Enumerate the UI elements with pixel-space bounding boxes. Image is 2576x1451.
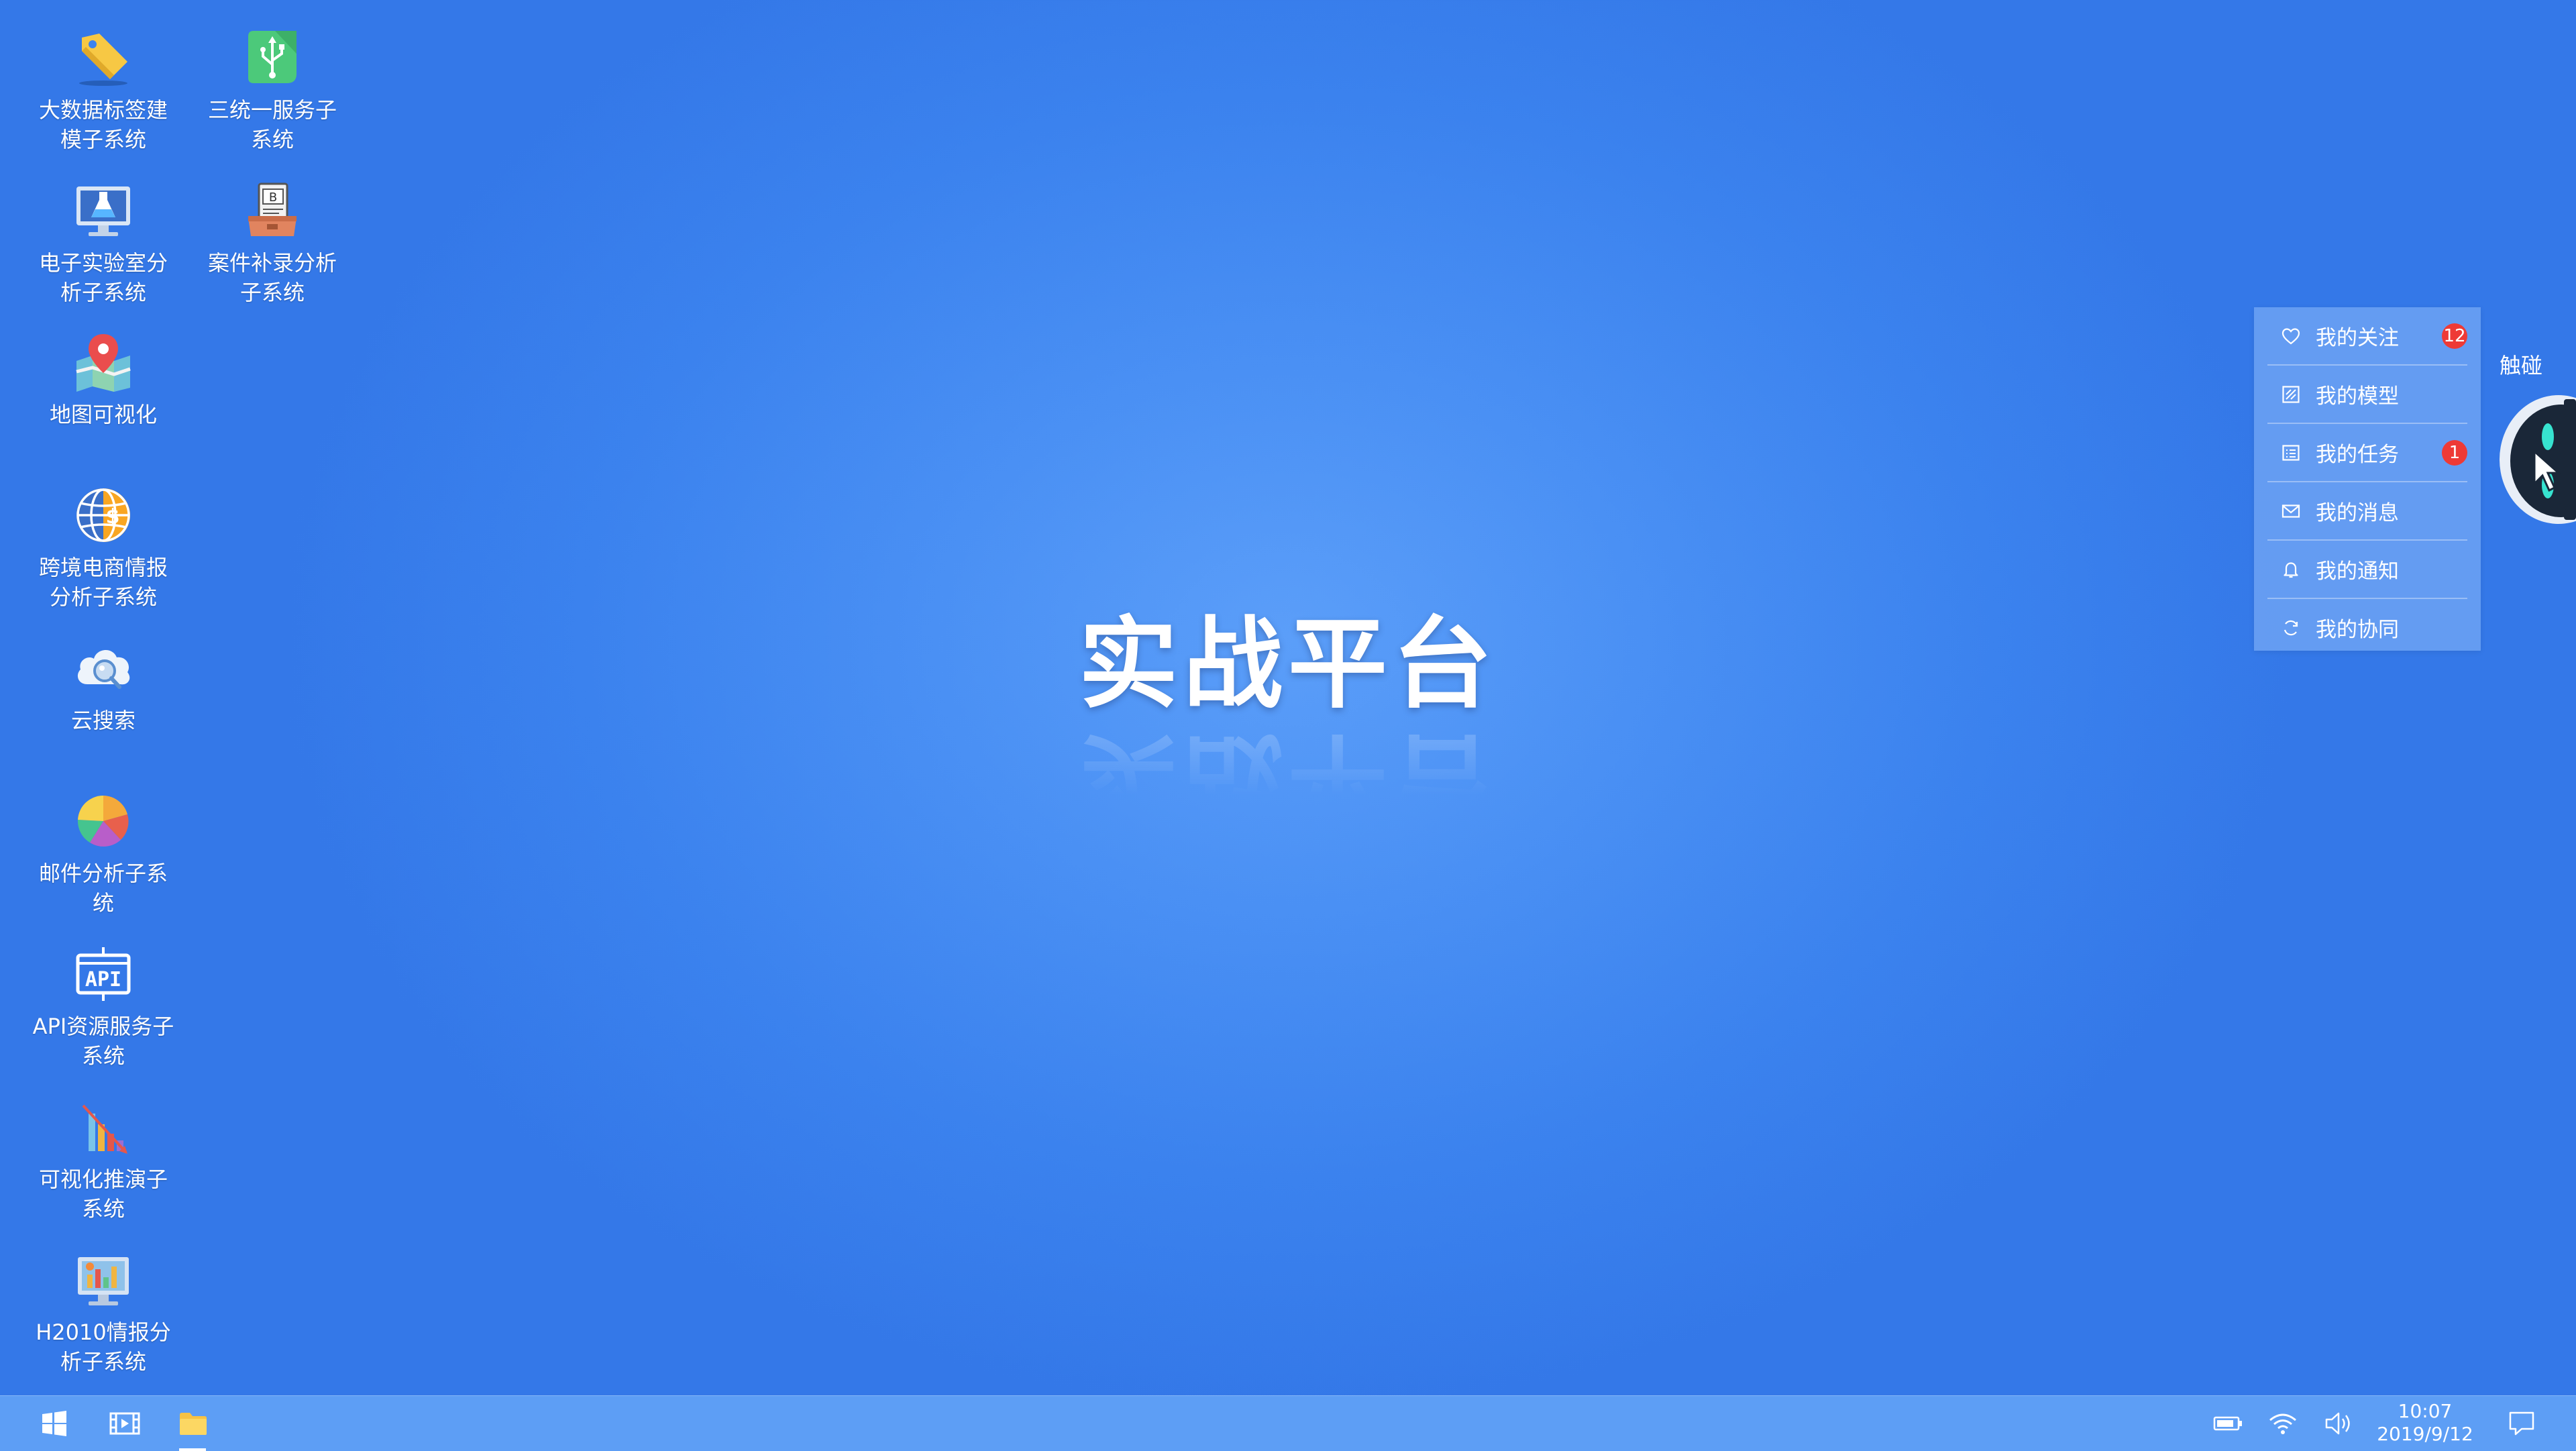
platform-title-reflection: 实战平台 — [1079, 720, 1497, 836]
bitcoin-case-icon: B — [240, 178, 305, 243]
clock-time: 10:07 — [2398, 1400, 2453, 1422]
panel-item-label: 我的模型 — [2316, 384, 2399, 409]
panel-item-label: 我的关注 — [2316, 326, 2399, 350]
desktop-icon-big-data-tag[interactable]: 大数据标签建模子系统 — [30, 25, 177, 154]
desktop-icon-unified-service[interactable]: 三统一服务子系统 — [199, 25, 346, 154]
monitor-chart-icon — [71, 1248, 136, 1312]
heart-icon — [2279, 325, 2302, 347]
map-pin-icon — [71, 330, 136, 394]
panel-item-my-model[interactable]: 我的模型 — [2267, 366, 2467, 424]
desktop-icon-h2010[interactable]: H2010情报分析子系统 — [30, 1248, 177, 1377]
svg-text:$: $ — [106, 505, 120, 529]
follow-count-badge: 12 — [2442, 323, 2467, 349]
assistant-touch-label: 触碰 — [2500, 353, 2543, 378]
panel-item-my-message[interactable]: 我的消息 — [2267, 482, 2467, 541]
panel-item-my-task[interactable]: 我的任务 1 — [2267, 424, 2467, 482]
volume-icon[interactable] — [2318, 1396, 2359, 1451]
wifi-icon[interactable] — [2262, 1396, 2304, 1451]
tag-icon — [71, 25, 136, 90]
desktop-icon-label: 三统一服务子系统 — [207, 97, 337, 152]
panel-item-label: 我的任务 — [2316, 443, 2399, 467]
windows-start-icon[interactable] — [34, 1396, 75, 1451]
desktop-icon-cross-border[interactable]: $ 跨境电商情报分析子系统 — [30, 483, 177, 612]
file-explorer-icon[interactable] — [172, 1396, 214, 1451]
usb-icon — [240, 25, 305, 90]
desktop-icon-mail-analysis[interactable]: 邮件分析子系统 — [30, 789, 177, 918]
pie-chart-icon — [71, 789, 136, 853]
taskbar-clock[interactable]: 10:07 2019/9/12 — [2368, 1400, 2482, 1446]
panel-item-my-follow[interactable]: 我的关注 12 — [2267, 307, 2467, 366]
desktop-icon-api-service[interactable]: API API资源服务子系统 — [30, 942, 177, 1071]
bar-trend-icon — [71, 1095, 136, 1159]
video-player-icon[interactable] — [104, 1396, 146, 1451]
api-icon: API — [71, 942, 136, 1006]
sync-icon — [2279, 616, 2302, 639]
desktop-icon-label: 案件补录分析子系统 — [207, 250, 337, 305]
task-count-badge: 1 — [2442, 440, 2467, 466]
svg-text:API: API — [85, 968, 121, 991]
bell-icon — [2279, 558, 2302, 581]
panel-item-label: 我的协同 — [2316, 618, 2399, 642]
svg-text:B: B — [269, 191, 277, 205]
desktop-icon-label: 大数据标签建模子系统 — [38, 97, 168, 152]
desktop-icon-label: 可视化推演子系统 — [38, 1167, 168, 1222]
taskbar: 10:07 2019/9/12 — [0, 1395, 2576, 1451]
desktop-icon-label: 电子实验室分析子系统 — [38, 250, 168, 305]
notification-icon[interactable] — [2501, 1396, 2542, 1451]
desktop-icon-cloud-search[interactable]: 云搜索 — [30, 636, 177, 735]
desktop-icon-case-supplement[interactable]: B 案件补录分析子系统 — [199, 178, 346, 307]
mail-icon — [2279, 500, 2302, 523]
desktop-icon-label: H2010情报分析子系统 — [36, 1320, 171, 1375]
desktop-icon-label: API资源服务子系统 — [32, 1014, 174, 1069]
flask-monitor-icon — [71, 178, 136, 243]
assistant-robot-icon[interactable] — [2494, 392, 2576, 527]
task-list-icon — [2279, 441, 2302, 464]
desktop-icon-label: 跨境电商情报分析子系统 — [38, 555, 168, 610]
desktop-icon-visual-deduction[interactable]: 可视化推演子系统 — [30, 1095, 177, 1224]
desktop-icon-label: 邮件分析子系统 — [38, 861, 168, 916]
quick-access-panel: 我的关注 12 我的模型 我的任务 1 我的消息 我的通知 我的协同 — [2254, 307, 2481, 651]
desktop-icon-map-visualization[interactable]: 地图可视化 — [30, 330, 177, 429]
panel-item-label: 我的消息 — [2316, 501, 2399, 525]
model-icon — [2279, 383, 2302, 406]
platform-title: 实战平台 — [1079, 606, 1497, 722]
cloud-search-icon — [71, 636, 136, 700]
desktop: 大数据标签建模子系统 三统一服务子系统 电子实验室分析子系统 B 案件补录分析子… — [0, 0, 2576, 1395]
clock-date: 2019/9/12 — [2377, 1423, 2473, 1445]
panel-item-label: 我的通知 — [2316, 559, 2399, 584]
globe-coin-icon: $ — [71, 483, 136, 547]
desktop-icon-electronic-lab[interactable]: 电子实验室分析子系统 — [30, 178, 177, 307]
panel-item-my-notice[interactable]: 我的通知 — [2267, 541, 2467, 599]
panel-item-my-collaboration[interactable]: 我的协同 — [2267, 599, 2467, 656]
active-app-indicator — [179, 1448, 206, 1451]
desktop-icon-label: 云搜索 — [70, 708, 136, 733]
desktop-icon-label: 地图可视化 — [49, 402, 157, 427]
battery-icon[interactable] — [2207, 1396, 2249, 1451]
